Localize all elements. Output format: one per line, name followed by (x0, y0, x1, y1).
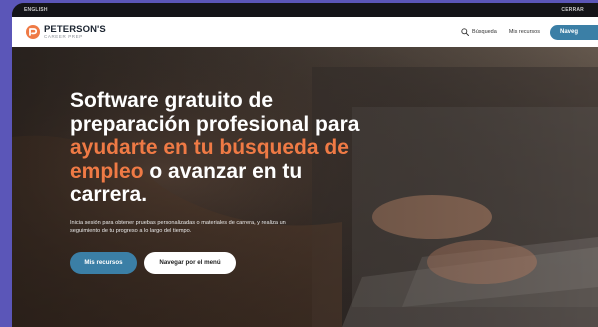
close-link[interactable]: CERRAR (561, 7, 584, 13)
hero-content: Software gratuito de preparación profesi… (70, 89, 370, 274)
site-header: PETERSON'S CAREER PREP Búsqueda Mis recu… (12, 17, 598, 47)
language-link[interactable]: ENGLISH (24, 7, 48, 13)
hero-buttons: Mis recursos Navegar por el menú (70, 251, 370, 274)
headline-intro: Software gratuito de preparación profesi… (70, 89, 360, 136)
search-label: Búsqueda (472, 29, 497, 35)
my-resources-link[interactable]: Mis recursos (509, 29, 540, 35)
hero-section: Software gratuito de preparación profesi… (12, 47, 598, 327)
petersons-logo-icon (26, 25, 40, 39)
logo-subtitle: CAREER PREP (44, 34, 83, 39)
search-link[interactable]: Búsqueda (461, 28, 497, 36)
utility-bar: ENGLISH CERRAR (12, 3, 598, 17)
search-icon (461, 28, 469, 36)
header-nav: Búsqueda Mis recursos Naveg (461, 17, 598, 47)
my-resources-button[interactable]: Mis recursos (70, 251, 137, 274)
petersons-logo[interactable]: PETERSON'S CAREER PREP (25, 24, 106, 40)
browse-menu-button[interactable]: Navegar por el menú (144, 251, 236, 274)
navigate-button[interactable]: Naveg (549, 24, 598, 40)
hero-headline: Software gratuito de preparación profesi… (70, 89, 370, 207)
logo-name: PETERSON'S (44, 23, 106, 35)
browser-frame: ENGLISH CERRAR PETERSON'S CAREER PREP Bú… (12, 3, 598, 327)
hero-subtext: Inicia sesión para obtener pruebas perso… (70, 219, 286, 234)
